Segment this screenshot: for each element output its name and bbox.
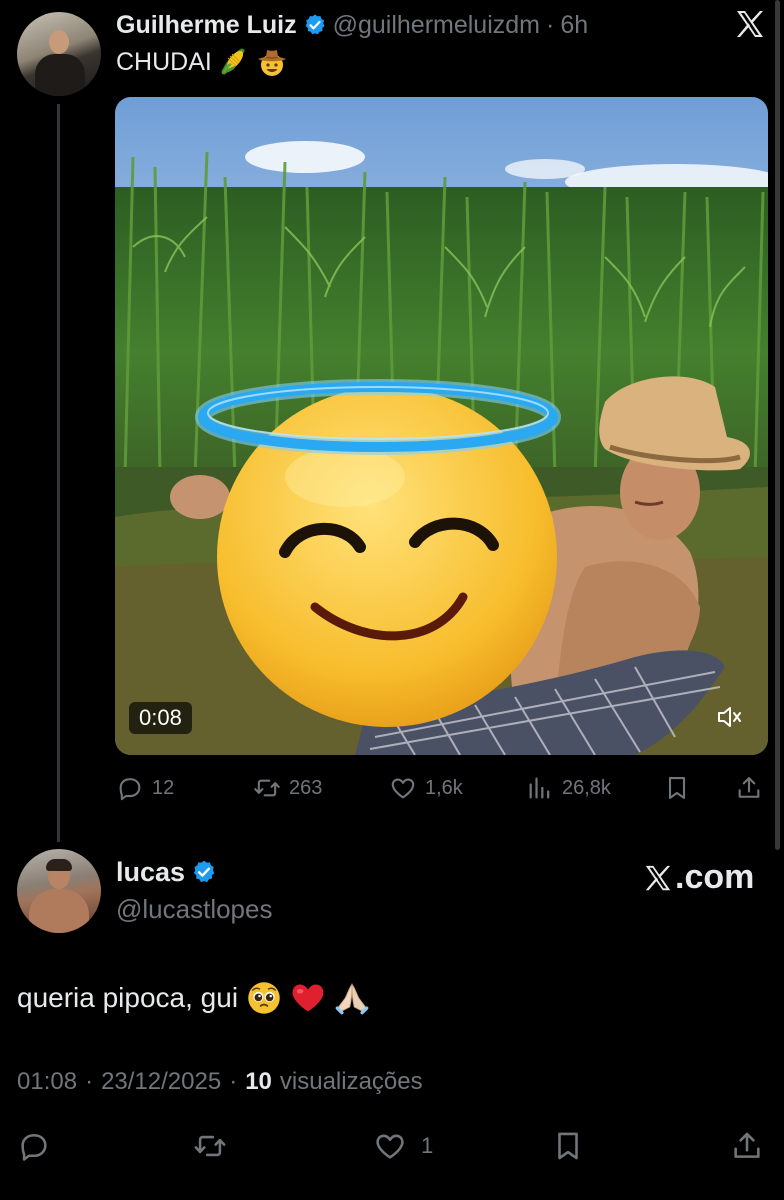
views-count: 26,8k bbox=[562, 776, 611, 799]
views-icon bbox=[529, 777, 550, 799]
share-icon bbox=[734, 1132, 760, 1158]
x-com-watermark: .com bbox=[643, 858, 754, 897]
red-heart-emoji bbox=[292, 984, 324, 1012]
mute-icon[interactable] bbox=[713, 701, 745, 733]
x-logo-icon bbox=[645, 865, 671, 890]
retweet-button[interactable] bbox=[193, 1126, 227, 1166]
reply-author-handle[interactable]: @lucastlopes bbox=[116, 894, 272, 925]
avatar[interactable] bbox=[17, 12, 101, 96]
bookmark-icon bbox=[668, 777, 686, 799]
tweet-time[interactable]: 6h bbox=[560, 11, 588, 40]
tweet-header: Guilherme Luiz @guilhermeluizdm · 6h bbox=[116, 10, 588, 40]
reply-text: queria pipoca, gui bbox=[17, 980, 370, 1016]
views-label: visualizações bbox=[279, 1068, 423, 1095]
bookmark-button[interactable] bbox=[663, 770, 691, 806]
views-button[interactable]: 26,8k bbox=[526, 770, 611, 806]
reply-date[interactable]: 23/12/2025 bbox=[101, 1068, 221, 1096]
video-duration: 0:08 bbox=[129, 702, 192, 734]
retweet-button[interactable]: 263 bbox=[253, 770, 322, 806]
reply-icon bbox=[21, 1134, 47, 1161]
retweet-count: 263 bbox=[289, 776, 323, 799]
author-name[interactable]: Guilherme Luiz bbox=[116, 11, 297, 40]
tweet-text-content: CHUDAI bbox=[116, 47, 212, 76]
pleading-face-emoji bbox=[248, 982, 280, 1014]
corn-emoji bbox=[221, 48, 245, 75]
meta-separator: · bbox=[229, 1068, 238, 1095]
reply-header: lucas bbox=[116, 856, 217, 888]
header-separator: · bbox=[546, 10, 555, 39]
bookmark-button[interactable] bbox=[551, 1126, 585, 1166]
avatar-hair bbox=[46, 859, 72, 871]
video-player[interactable]: 0:08 bbox=[115, 97, 768, 755]
folded-hands-emoji bbox=[335, 983, 369, 1015]
reply-author-name[interactable]: lucas bbox=[116, 857, 185, 888]
like-count: 1,6k bbox=[425, 776, 463, 799]
reply-meta: 01:08 · 23/12/2025 · 10 visualizações bbox=[17, 1068, 423, 1096]
reply-action-bar: 1 bbox=[0, 1126, 784, 1166]
like-button[interactable]: 1,6k bbox=[389, 770, 463, 806]
tweet-text: CHUDAI bbox=[116, 46, 288, 78]
retweet-icon bbox=[194, 1135, 226, 1157]
watermark-text: .com bbox=[675, 858, 755, 896]
author-handle[interactable]: @guilhermeluizdm bbox=[333, 11, 540, 40]
like-icon bbox=[376, 1134, 404, 1159]
thread-connector-line bbox=[57, 104, 60, 842]
views-count: 10 bbox=[245, 1068, 272, 1095]
avatar-body bbox=[29, 889, 89, 933]
avatar-head bbox=[49, 30, 69, 54]
x-logo-icon bbox=[737, 11, 763, 37]
share-button[interactable] bbox=[735, 770, 763, 806]
reply-text-content: queria pipoca, gui bbox=[17, 982, 239, 1013]
like-icon bbox=[391, 778, 415, 799]
like-button[interactable]: 1 bbox=[373, 1126, 433, 1166]
verified-badge-icon bbox=[305, 14, 325, 35]
tweet-action-bar: 12 263 1,6k 26,8k bbox=[0, 770, 784, 806]
retweet-icon bbox=[254, 779, 280, 797]
avatar[interactable] bbox=[17, 849, 101, 933]
share-button[interactable] bbox=[730, 1126, 764, 1166]
scrollbar[interactable] bbox=[775, 0, 780, 850]
reply-button[interactable]: 12 bbox=[116, 770, 174, 806]
meta-separator: · bbox=[85, 1068, 94, 1095]
reply-icon bbox=[119, 778, 141, 801]
share-icon bbox=[738, 777, 760, 798]
reply-time[interactable]: 01:08 bbox=[17, 1068, 77, 1096]
reply-count: 12 bbox=[152, 776, 175, 799]
video-thumbnail bbox=[115, 97, 768, 755]
bookmark-icon bbox=[558, 1132, 578, 1160]
avatar-body bbox=[35, 54, 85, 96]
reply-button[interactable] bbox=[17, 1126, 51, 1166]
cowboy-hat-face-emoji bbox=[257, 50, 286, 76]
verified-badge-icon bbox=[193, 860, 215, 883]
like-count: 1 bbox=[421, 1133, 434, 1158]
